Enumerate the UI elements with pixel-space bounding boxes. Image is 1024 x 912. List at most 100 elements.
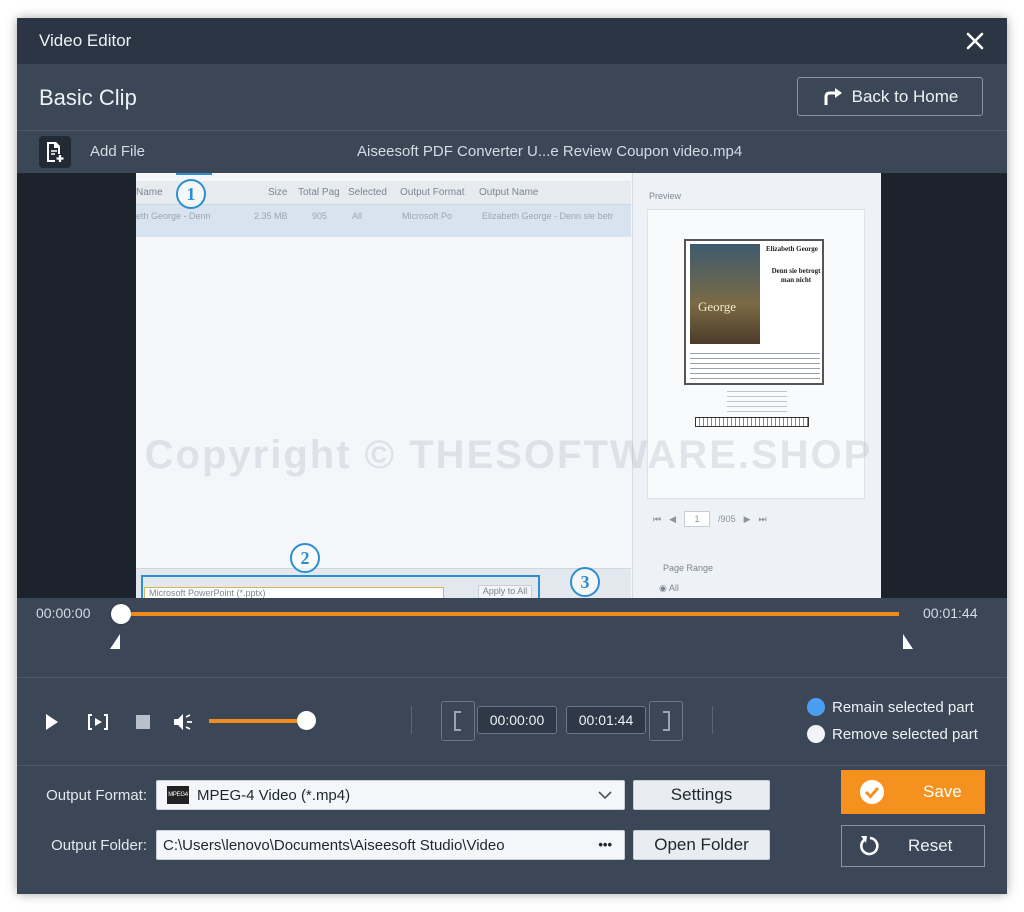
- video-frame: Name Size Total Pag Selected Output Form…: [136, 173, 881, 598]
- frame-preview-panel: Preview George Elizabeth George Denn sie…: [632, 173, 881, 598]
- separator: [411, 706, 412, 734]
- prev-page-icon: ◀: [669, 513, 677, 524]
- clip-end-time[interactable]: 00:01:44: [566, 706, 646, 734]
- add-file-icon: [47, 142, 64, 162]
- volume-knob[interactable]: [297, 711, 316, 730]
- frame-cell: All: [352, 211, 363, 221]
- add-file-button[interactable]: [39, 136, 71, 168]
- remain-selected-option[interactable]: Remain selected part: [807, 698, 974, 716]
- frame-apply-all: Apply to All: [478, 585, 532, 598]
- frame-col-name: Name: [136, 187, 163, 198]
- play-button[interactable]: [41, 710, 63, 734]
- set-end-button[interactable]: [649, 701, 683, 741]
- separator: [712, 706, 713, 734]
- check-circle-icon: [860, 780, 884, 804]
- play-icon: [46, 714, 58, 730]
- frame-col-selected: Selected: [348, 187, 387, 198]
- page-range-all: ◉ All: [659, 583, 679, 593]
- stop-icon: [136, 715, 150, 729]
- clip-start-time[interactable]: 00:00:00: [477, 706, 557, 734]
- share-arrow-icon: [824, 87, 842, 105]
- stop-button[interactable]: [133, 712, 153, 732]
- back-to-home-label: Back to Home: [851, 86, 959, 106]
- watermark: Copyright © THESOFTWARE.SHOP: [144, 433, 873, 477]
- timeline-start-time: 00:00:00: [36, 605, 91, 621]
- step-marker-3: 3: [570, 567, 600, 597]
- reset-button[interactable]: Reset: [841, 825, 985, 867]
- book-footer-lines: [727, 387, 787, 415]
- page-input: 1: [684, 511, 711, 527]
- frame-cell: Microsoft Po: [402, 211, 453, 221]
- output-format-value: MPEG-4 Video (*.mp4): [197, 786, 351, 804]
- output-folder-label: Output Folder:: [51, 837, 147, 854]
- radio-unselected-icon: [807, 725, 825, 743]
- save-label: Save: [923, 782, 962, 801]
- save-button[interactable]: Save: [841, 770, 985, 814]
- playhead[interactable]: [111, 604, 131, 624]
- volume-slider[interactable]: [209, 719, 307, 723]
- window-title: Video Editor: [39, 31, 132, 50]
- frame-col-pages: Total Pag: [298, 187, 340, 198]
- first-page-icon: ⏮: [653, 513, 662, 524]
- title-bar: Video Editor: [17, 18, 1007, 64]
- frame-col-output: Output Name: [479, 187, 539, 198]
- reset-label: Reset: [908, 836, 953, 855]
- video-preview[interactable]: Name Size Total Pag Selected Output Form…: [17, 173, 1007, 598]
- file-name: Aiseesoft PDF Converter U...e Review Cou…: [357, 143, 743, 160]
- page-range-all-text: All: [668, 583, 679, 593]
- frame-pager: ⏮ ◀ 1 /905 ▶ ⏭: [653, 511, 767, 527]
- back-to-home-button[interactable]: Back to Home: [797, 77, 983, 116]
- book-link-line: [695, 417, 809, 427]
- remove-selected-option[interactable]: Remove selected part: [807, 725, 978, 743]
- add-file-label[interactable]: Add File: [90, 143, 145, 160]
- output-folder-value: C:\Users\lenovo\Documents\Aiseesoft Stud…: [163, 836, 505, 854]
- browse-button[interactable]: •••: [598, 837, 612, 852]
- output-format-label: Output Format:: [46, 787, 147, 804]
- clip-end-marker[interactable]: [903, 634, 913, 649]
- frame-col-format: Output Format: [400, 187, 465, 198]
- close-icon: [966, 32, 984, 50]
- open-folder-button[interactable]: Open Folder: [633, 830, 770, 860]
- frame-format-select: Microsoft PowerPoint (*.pptx): [144, 587, 444, 598]
- video-editor-window: Video Editor Basic Clip Back to Home Add: [17, 18, 1007, 894]
- close-button[interactable]: [963, 29, 987, 53]
- page-title: Basic Clip: [39, 85, 137, 110]
- book-cover: George: [690, 244, 760, 344]
- timeline-end-time: 00:01:44: [923, 605, 978, 621]
- output-format-select[interactable]: MPEG4 MPEG-4 Video (*.mp4): [156, 780, 625, 810]
- next-page-icon: ▶: [743, 513, 751, 524]
- radio-selected-icon: [807, 698, 825, 716]
- set-start-button[interactable]: [441, 701, 475, 741]
- bracket-right-icon: [663, 711, 670, 731]
- timeline: 00:00:00 00:01:44: [17, 598, 1007, 678]
- play-segment-button[interactable]: [85, 710, 111, 734]
- frame-table-row: eth George - Denn 2.35 MB 905 All Micros…: [136, 205, 631, 237]
- frame-cell: Elizabeth George - Denn sie betr: [482, 211, 614, 221]
- settings-button[interactable]: Settings: [633, 780, 770, 810]
- page-range-label: Page Range: [663, 563, 714, 573]
- format-icon-text: MPEG4: [168, 792, 188, 798]
- clip-start-marker[interactable]: [110, 634, 120, 649]
- header: Basic Clip Back to Home: [17, 64, 1007, 131]
- speaker-icon: [174, 714, 192, 730]
- bracket-left-icon: [454, 711, 461, 731]
- marker-outline: [176, 173, 212, 175]
- book-author: Elizabeth George: [766, 245, 818, 253]
- remain-selected-label: Remain selected part: [832, 698, 974, 716]
- timeline-track[interactable]: [121, 612, 899, 616]
- frame-cell: 905: [312, 211, 328, 221]
- remove-selected-label: Remove selected part: [832, 725, 978, 743]
- file-bar: Add File Aiseesoft PDF Converter U...e R…: [17, 131, 1007, 173]
- step-marker-2: 2: [290, 543, 320, 573]
- play-segment-icon: [88, 714, 108, 730]
- output-folder-input[interactable]: C:\Users\lenovo\Documents\Aiseesoft Stud…: [156, 830, 625, 860]
- mpeg4-format-icon: MPEG4: [167, 786, 189, 804]
- page-total: /905: [718, 514, 736, 524]
- frame-cell: 2.35 MB: [254, 211, 288, 221]
- book-page: George Elizabeth George Denn sie betrogt…: [684, 239, 824, 385]
- playback-controls: 00:00:00 00:01:44 Remain selected part R…: [17, 678, 1007, 766]
- reset-icon: [860, 836, 879, 856]
- frame-col-size: Size: [268, 187, 288, 198]
- book-cover-name: George: [698, 299, 737, 314]
- mute-button[interactable]: [171, 710, 197, 734]
